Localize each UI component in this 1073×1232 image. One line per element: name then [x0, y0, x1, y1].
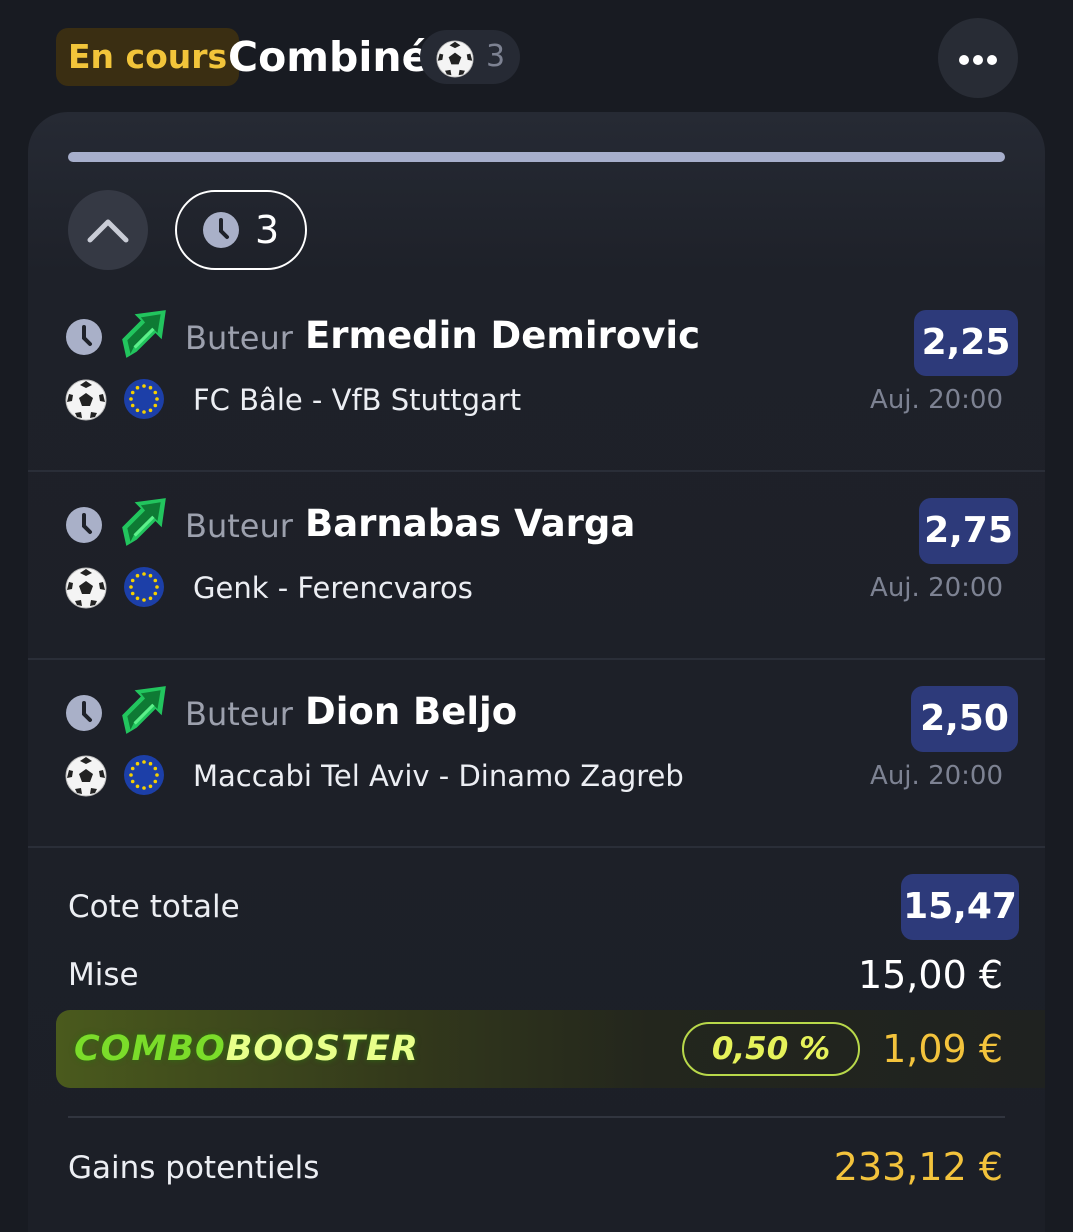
player-name: Ermedin Demirovic [305, 314, 701, 357]
booster-percent: 0,50 % [682, 1022, 860, 1076]
summary-divider [68, 1116, 1005, 1118]
progress-bar [68, 152, 1005, 162]
soccer-ball-icon [65, 755, 107, 797]
selection-item[interactable]: Buteur Ermedin Demirovic 2,25 FC Bâle - … [28, 282, 1045, 472]
market-label: Buteur [185, 319, 293, 357]
page-title: Combiné [228, 33, 430, 81]
bet-card: 3 Buteur Ermedin Demirovic 2,25 FC Bâle … [28, 112, 1045, 1232]
market-label: Buteur [185, 695, 293, 733]
combo-booster-logo: COMBOBOOSTER [74, 1029, 419, 1069]
total-odds-label: Cote totale [68, 889, 240, 925]
more-dots-icon [959, 55, 969, 65]
match-time: Auj. 20:00 [870, 385, 1003, 415]
sport-count: 3 [486, 39, 506, 74]
clock-icon [66, 507, 102, 543]
collapse-button[interactable] [68, 190, 148, 270]
stake-label: Mise [68, 957, 139, 993]
soccer-ball-icon [65, 379, 107, 421]
boost-icon [120, 684, 168, 736]
stake-value: 15,00 € [857, 953, 1003, 997]
combo-booster-banner[interactable]: COMBOBOOSTER 0,50 % 1,09 € [56, 1010, 1045, 1088]
match-name: Genk - Ferencvaros [193, 571, 473, 605]
selection-item[interactable]: Buteur Dion Beljo 2,50 Maccabi Tel Aviv … [28, 658, 1045, 848]
boost-icon [120, 496, 168, 548]
market-label: Buteur [185, 507, 293, 545]
player-name: Barnabas Varga [305, 502, 636, 545]
match-time: Auj. 20:00 [870, 573, 1003, 603]
potential-gains-label: Gains potentiels [68, 1150, 320, 1186]
boost-icon [120, 308, 168, 360]
odds-pill[interactable]: 2,50 [911, 686, 1018, 752]
selection-item[interactable]: Buteur Barnabas Varga 2,75 Genk - Ferenc… [28, 470, 1045, 660]
bet-header: En cours Combiné 3 [0, 0, 1073, 110]
match-name: FC Bâle - VfB Stuttgart [193, 383, 522, 417]
clock-icon [66, 695, 102, 731]
eu-flag-icon [124, 755, 164, 795]
odds-pill[interactable]: 2,25 [914, 310, 1018, 376]
booster-amount: 1,09 € [882, 1027, 1003, 1071]
clock-icon [203, 212, 239, 248]
chevron-up-icon [87, 219, 129, 243]
soccer-ball-icon [65, 567, 107, 609]
potential-gains-value: 233,12 € [833, 1145, 1003, 1189]
pending-count: 3 [255, 208, 280, 252]
clock-icon [66, 319, 102, 355]
odds-pill[interactable]: 2,75 [919, 498, 1018, 564]
pending-filter-chip[interactable]: 3 [175, 190, 307, 270]
eu-flag-icon [124, 567, 164, 607]
player-name: Dion Beljo [305, 690, 518, 733]
status-badge: En cours [56, 28, 240, 86]
sport-count-chip: 3 [420, 30, 520, 84]
eu-flag-icon [124, 379, 164, 419]
more-options-button[interactable] [938, 18, 1018, 98]
match-time: Auj. 20:00 [870, 761, 1003, 791]
total-odds-value: 15,47 [901, 874, 1019, 940]
soccer-ball-icon [436, 40, 474, 78]
match-name: Maccabi Tel Aviv - Dinamo Zagreb [193, 759, 684, 793]
